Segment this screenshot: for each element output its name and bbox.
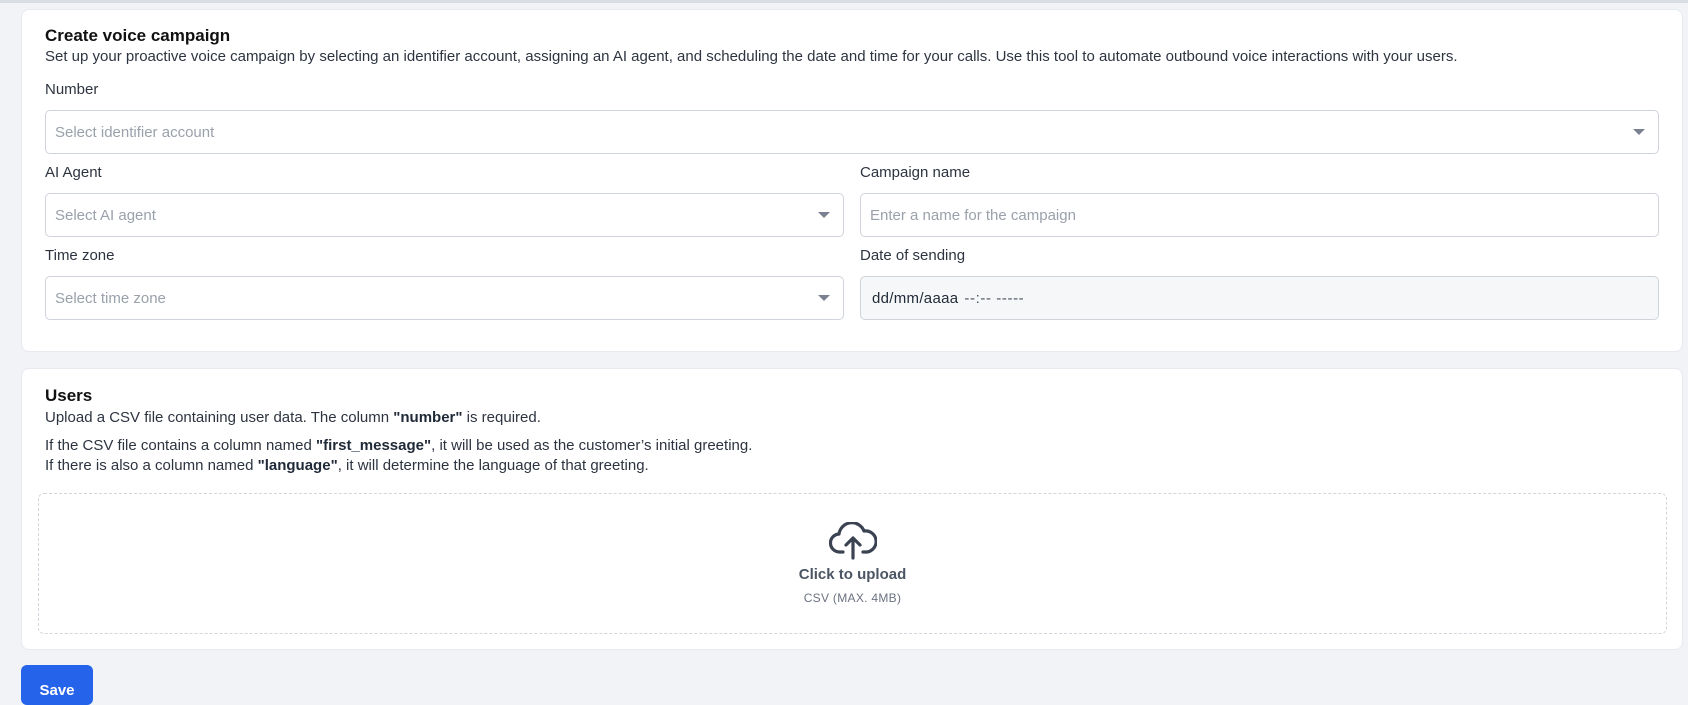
- campaign-name-placeholder: Enter a name for the campaign: [870, 206, 1076, 224]
- campaign-name-input[interactable]: Enter a name for the campaign: [860, 193, 1659, 237]
- chevron-down-icon: [818, 212, 830, 218]
- campaign-description: Set up your proactive voice campaign by …: [45, 48, 1458, 65]
- note-text: Upload a CSV file containing user data. …: [45, 409, 394, 426]
- users-required-note: Upload a CSV file containing user data. …: [45, 409, 541, 426]
- note-text: is required.: [462, 409, 541, 426]
- note-text: If the CSV file contains a column named: [45, 437, 316, 454]
- note-text: If there is also a column named: [45, 457, 258, 474]
- date-of-sending-label: Date of sending: [860, 247, 966, 264]
- time-zone-label: Time zone: [45, 247, 115, 264]
- save-button[interactable]: Save: [21, 665, 93, 705]
- note-text: , it will determine the language of that…: [337, 457, 649, 474]
- users-first-message-note: If the CSV file contains a column named …: [45, 437, 752, 454]
- column-number-name: "number": [393, 409, 463, 426]
- users-title: Users: [45, 386, 93, 405]
- users-language-note: If there is also a column named "languag…: [45, 457, 649, 474]
- users-card: Users Upload a CSV file containing user …: [21, 368, 1683, 650]
- top-divider: [0, 0, 1688, 3]
- time-mask: --:-- -----: [964, 289, 1025, 307]
- column-language-name: "language": [257, 457, 338, 474]
- cloud-upload-icon: [828, 522, 877, 560]
- csv-upload-dropzone[interactable]: Click to upload CSV (MAX. 4MB): [38, 493, 1667, 634]
- campaign-name-label: Campaign name: [860, 164, 971, 181]
- ai-agent-placeholder: Select AI agent: [55, 206, 156, 224]
- date-of-sending-input[interactable]: dd/mm/aaaa --:-- -----: [860, 276, 1659, 320]
- upload-main-text: Click to upload: [798, 566, 907, 583]
- upload-sub-text: CSV (MAX. 4MB): [803, 591, 902, 605]
- chevron-down-icon: [1633, 129, 1645, 135]
- create-campaign-card: Create voice campaign Set up your proact…: [21, 9, 1683, 352]
- ai-agent-label: AI Agent: [45, 164, 102, 181]
- number-label: Number: [45, 81, 99, 98]
- chevron-down-icon: [818, 295, 830, 301]
- date-mask: dd/mm/aaaa: [872, 289, 959, 307]
- number-placeholder: Select identifier account: [55, 123, 215, 141]
- ai-agent-select[interactable]: Select AI agent: [45, 193, 844, 237]
- time-zone-select[interactable]: Select time zone: [45, 276, 844, 320]
- number-select[interactable]: Select identifier account: [45, 110, 1659, 154]
- column-first-message-name: "first_message": [315, 437, 432, 454]
- note-text: , it will be used as the customer’s init…: [431, 437, 753, 454]
- campaign-title: Create voice campaign: [45, 26, 231, 45]
- time-zone-placeholder: Select time zone: [55, 289, 166, 307]
